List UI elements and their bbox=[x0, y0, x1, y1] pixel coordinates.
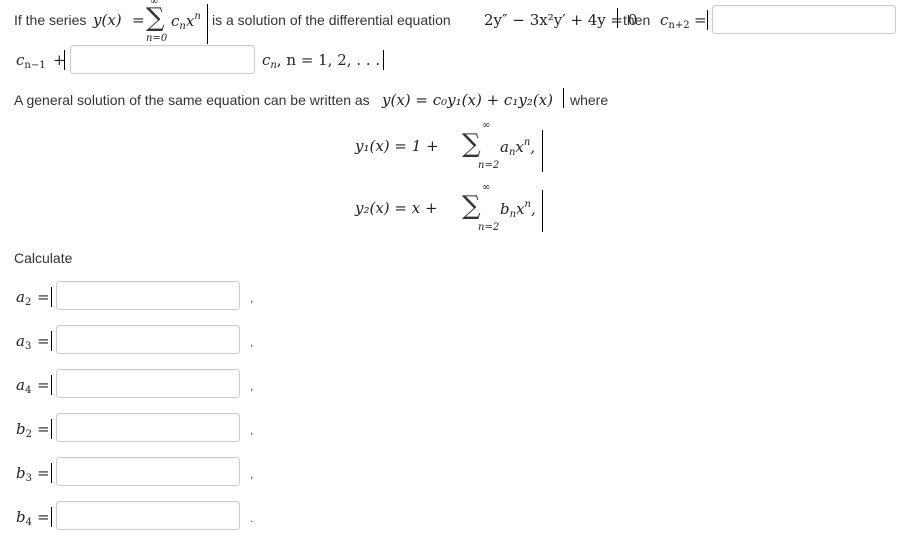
general-solution-formula: y(x) = c₀y₁(x) + c₁y₂(x) bbox=[382, 91, 553, 109]
equals-sign: = bbox=[37, 420, 50, 438]
text-cursor bbox=[51, 419, 52, 439]
y1-summation-symbol: ∑ bbox=[462, 129, 481, 159]
series-term: cnxn bbox=[171, 11, 201, 32]
trailing-punctuation: , bbox=[250, 423, 254, 437]
equals-sign: = bbox=[132, 11, 145, 29]
text-cursor-8 bbox=[542, 190, 543, 232]
text-cursor bbox=[51, 287, 52, 307]
series-lhs: y(x) bbox=[93, 11, 122, 29]
equals-sign: = bbox=[37, 376, 50, 394]
trailing-punctuation: , bbox=[250, 291, 254, 305]
answer-row-b4: b4 = . bbox=[0, 501, 300, 531]
equals-sign: = bbox=[37, 464, 50, 482]
b2-answer-input[interactable] bbox=[56, 413, 240, 442]
text-cursor bbox=[51, 375, 52, 395]
recurrence-lead-term: cn−1 bbox=[16, 51, 46, 71]
coefficient-label: b4 bbox=[16, 508, 32, 528]
y1-term: anxn, bbox=[500, 137, 536, 158]
answer-row-b2: b2 = , bbox=[0, 413, 300, 443]
y2-summation-symbol: ∑ bbox=[462, 191, 481, 221]
text-cursor-2 bbox=[617, 8, 618, 28]
recurrence-second-input[interactable] bbox=[70, 45, 255, 74]
equals-sign: = bbox=[37, 332, 50, 350]
text-cursor-5 bbox=[383, 50, 384, 70]
y2-term: bnxn, bbox=[500, 199, 536, 220]
text-cursor bbox=[207, 4, 208, 44]
where-text: where bbox=[570, 92, 609, 108]
trailing-punctuation: . bbox=[250, 511, 254, 525]
a4-answer-input[interactable] bbox=[56, 369, 240, 398]
a2-answer-input[interactable] bbox=[56, 281, 240, 310]
target-coefficient: cn+2 bbox=[660, 11, 690, 31]
text-cursor bbox=[51, 507, 52, 527]
coefficient-label: b3 bbox=[16, 464, 32, 484]
equals-sign: = bbox=[37, 508, 50, 526]
b4-answer-input[interactable] bbox=[56, 501, 240, 530]
b3-answer-input[interactable] bbox=[56, 457, 240, 486]
text-cursor bbox=[51, 463, 52, 483]
a3-answer-input[interactable] bbox=[56, 325, 240, 354]
answer-row-a4: a4 = , bbox=[0, 369, 300, 399]
answer-row-b3: b3 = , bbox=[0, 457, 300, 487]
coefficient-label: b2 bbox=[16, 420, 32, 440]
recurrence-answer-input[interactable] bbox=[712, 5, 896, 34]
equals-sign: = bbox=[37, 288, 50, 306]
then-text: then bbox=[623, 12, 651, 28]
coefficient-label: a4 bbox=[16, 376, 32, 396]
coefficient-label: a3 bbox=[16, 332, 32, 352]
answer-row-a2: a2 = , bbox=[0, 281, 300, 311]
y2-lower-limit: n=2 bbox=[478, 222, 500, 233]
text-cursor-4 bbox=[64, 50, 65, 70]
y1-upper-limit: ∞ bbox=[482, 120, 491, 131]
coefficient-label: a2 bbox=[16, 288, 32, 308]
summation-upper-limit: ∞ bbox=[150, 0, 159, 7]
trailing-punctuation: , bbox=[250, 379, 254, 393]
text-cursor-3 bbox=[707, 10, 708, 30]
summation-symbol: ∑ bbox=[146, 3, 165, 33]
answer-row-a3: a3 = , bbox=[0, 325, 300, 355]
summation-lower-limit: n=0 bbox=[146, 33, 168, 44]
target-equals: = bbox=[694, 11, 707, 29]
trailing-punctuation: , bbox=[250, 335, 254, 349]
text-cursor-6 bbox=[563, 88, 564, 108]
intro-middle-text: is a solution of the differential equati… bbox=[212, 12, 451, 28]
general-solution-text: A general solution of the same equation … bbox=[14, 92, 370, 108]
y2-lhs: y₂(x) = x + bbox=[355, 199, 438, 217]
intro-text: If the series bbox=[14, 12, 87, 28]
trailing-punctuation: , bbox=[250, 467, 254, 481]
y2-upper-limit: ∞ bbox=[482, 182, 491, 193]
y1-lower-limit: n=2 bbox=[478, 160, 500, 171]
recurrence-tail: cn, n = 1, 2, . . . bbox=[262, 51, 381, 71]
text-cursor-7 bbox=[542, 130, 543, 172]
y1-lhs: y₁(x) = 1 + bbox=[355, 137, 439, 155]
text-cursor bbox=[51, 331, 52, 351]
differential-equation: 2y″ − 3x²y′ + 4y = 0 bbox=[484, 11, 638, 29]
calculate-label: Calculate bbox=[14, 250, 73, 266]
